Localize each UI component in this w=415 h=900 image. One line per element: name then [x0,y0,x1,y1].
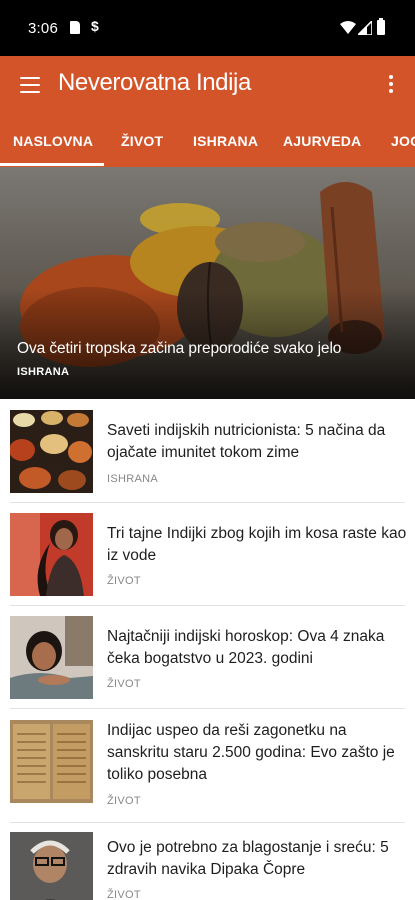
tab-naslovna[interactable]: NASLOVNA [13,133,93,149]
article-divider [10,708,405,709]
app-bar: Neverovatna Indija [0,56,415,114]
sim-card-icon [70,21,80,34]
tab-ishrana[interactable]: ISHRANA [193,133,258,149]
article-divider [10,605,405,606]
article-divider [10,822,405,823]
article-item[interactable]: Indijac uspeo da reši zagonetku na sansk… [0,720,415,830]
tab-zivot[interactable]: ŽIVOT [121,133,163,149]
article-title: Indijac uspeo da reši zagonetku na sansk… [107,722,395,783]
article-category: ŽIVOT [107,795,141,807]
signal-icon [358,21,372,35]
article-item[interactable]: Saveti indijskih nutricionista: 5 načina… [0,410,415,510]
article-divider [10,502,405,503]
article-thumbnail [10,616,93,699]
featured-article-title: Ova četiri tropska začina preporodiće sv… [17,340,342,357]
category-tabs: NASLOVNA ŽIVOT ISHRANA AJURVEDA JOG [0,114,415,167]
article-category: ŽIVOT [107,575,141,587]
article-thumbnail [10,832,93,900]
more-options-icon[interactable] [383,75,399,97]
article-category: ŽIVOT [107,889,141,900]
article-title: Najtačniji indijski horoskop: Ova 4 znak… [107,628,385,667]
status-bar: 3:06 $ [0,0,415,56]
app-title: Neverovatna Indija [58,69,251,96]
tab-ajurveda[interactable]: AJURVEDA [283,133,361,149]
status-time: 3:06 [28,20,58,37]
article-category: ISHRANA [107,473,158,485]
menu-icon[interactable] [20,77,40,93]
tab-joga[interactable]: JOG [391,133,415,149]
selected-tab-indicator [0,163,104,166]
article-title: Saveti indijskih nutricionista: 5 načina… [107,422,386,461]
article-item[interactable]: Tri tajne Indijki zbog kojih im kosa ras… [0,513,415,613]
article-category: ŽIVOT [107,678,141,690]
featured-article[interactable]: Ova četiri tropska začina preporodiće sv… [0,167,415,399]
battery-icon [377,18,385,35]
article-item[interactable]: Ovo je potrebno za blagostanje i sreću: … [0,832,415,900]
featured-article-category: ISHRANA [17,366,70,378]
article-title: Tri tajne Indijki zbog kojih im kosa ras… [107,525,407,564]
article-title: Ovo je potrebno za blagostanje i sreću: … [107,839,389,878]
article-item[interactable]: Najtačniji indijski horoskop: Ova 4 znak… [0,616,415,716]
article-thumbnail [10,513,93,596]
data-saver-icon: $ [91,18,99,34]
wifi-icon [340,21,356,34]
article-thumbnail [10,410,93,493]
article-thumbnail [10,720,93,803]
